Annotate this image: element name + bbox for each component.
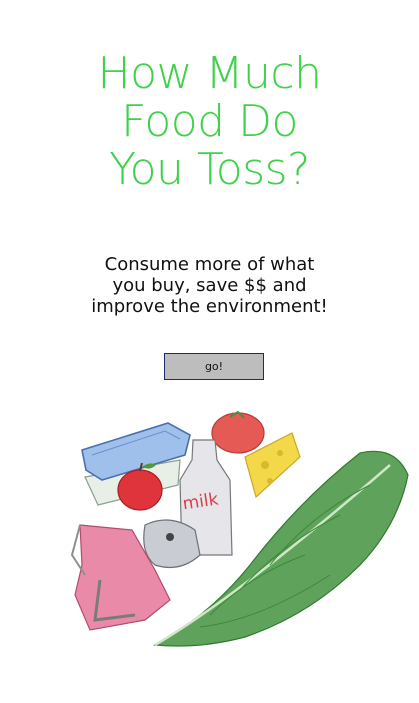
- page-title: How Much Food Do You Toss?: [0, 50, 419, 194]
- tagline-line-3: improve the environment!: [91, 296, 328, 317]
- go-button[interactable]: go!: [164, 353, 264, 380]
- tagline-line-2: you buy, save $$ and: [112, 275, 307, 296]
- title-line-3: You Toss?: [109, 144, 310, 195]
- tomato-drawing: [211, 410, 265, 454]
- tagline-line-1: Consume more of what: [104, 254, 315, 275]
- food-waste-illustration: milk: [70, 410, 409, 647]
- tagline: Consume more of what you buy, save $$ an…: [0, 254, 419, 317]
- title-line-2: Food Do: [121, 96, 298, 147]
- fish-drawing: [143, 519, 201, 568]
- title-line-1: How Much: [97, 48, 322, 99]
